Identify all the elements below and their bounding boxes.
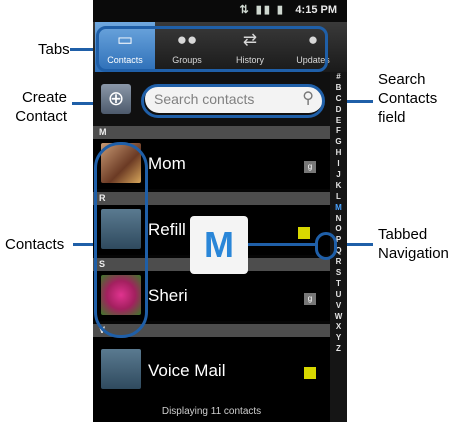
sim-badge-icon [298,227,310,239]
avatar [101,349,141,389]
index-letter[interactable]: J [330,170,347,181]
index-letter-overlay: M [190,216,248,274]
index-letter[interactable]: N [330,214,347,225]
index-letter[interactable]: X [330,322,347,333]
contact-name: Sheri [148,286,188,305]
create-contact-callout-line1: Create [21,89,67,106]
index-letter[interactable]: K [330,181,347,192]
signal-battery-icons: ⇅ ▮▮ ▮ [239,4,285,16]
status-time: 4:15 PM [295,4,337,16]
index-letter[interactable]: R [330,257,347,268]
create-contact-button[interactable]: ⊕ [101,84,131,114]
index-letter[interactable]: I [330,159,347,170]
index-letter[interactable]: B [330,83,347,94]
create-contact-callout: Create Contact [15,88,67,126]
index-letter[interactable]: H [330,148,347,159]
contact-name: Mom [148,154,186,173]
tabs-callout: Tabs [38,41,70,58]
search-contacts-callout: Search Contacts field [378,70,437,127]
google-badge-icon: g [304,293,316,305]
tabbed-nav-highlight-ring [315,232,337,260]
tabbed-nav-callout-line [345,243,373,246]
index-letter[interactable]: M [330,203,347,214]
search-highlight-ring [141,84,325,118]
create-contact-callout-line2: Contact [15,108,67,125]
contacts-callout-line [73,243,93,246]
search-callout-line2: Contacts [378,90,438,107]
google-badge-icon: g [304,161,316,173]
contact-name: Refill [148,220,186,239]
contacts-highlight-ring [94,142,148,338]
index-letter[interactable]: U [330,290,347,301]
search-callout-line3: field [378,109,406,126]
index-letter[interactable]: # [330,72,347,83]
index-letter[interactable]: E [330,116,347,127]
index-letter[interactable]: V [330,301,347,312]
index-letter[interactable]: L [330,192,347,203]
index-letter[interactable]: T [330,279,347,290]
index-letter[interactable]: G [330,137,347,148]
overlay-connector-line [248,243,316,246]
tabbed-nav-callout-line1: Tabbed [378,226,428,243]
index-letter[interactable]: W [330,312,347,323]
contact-name: Voice Mail [148,361,226,380]
search-callout-line1: Search [378,71,426,88]
tabbed-nav-callout-line2: Navigation [378,245,449,262]
index-letter[interactable]: C [330,94,347,105]
sim-badge-icon [304,367,316,379]
index-letter[interactable]: Y [330,333,347,344]
tabbed-navigation-callout: Tabbed Navigation [378,225,449,263]
list-item[interactable]: Voice Mail [93,337,330,402]
section-header-m: M [93,126,330,139]
index-letter[interactable]: Z [330,344,347,355]
index-letter[interactable]: S [330,268,347,279]
contacts-callout: Contacts [5,236,65,253]
index-letter[interactable]: F [330,126,347,137]
contact-count-footer: Displaying 11 contacts [93,402,330,422]
index-letter[interactable]: D [330,105,347,116]
status-bar: ⇅ ▮▮ ▮ 4:15 PM [93,0,347,22]
tabs-highlight-ring [96,26,328,72]
